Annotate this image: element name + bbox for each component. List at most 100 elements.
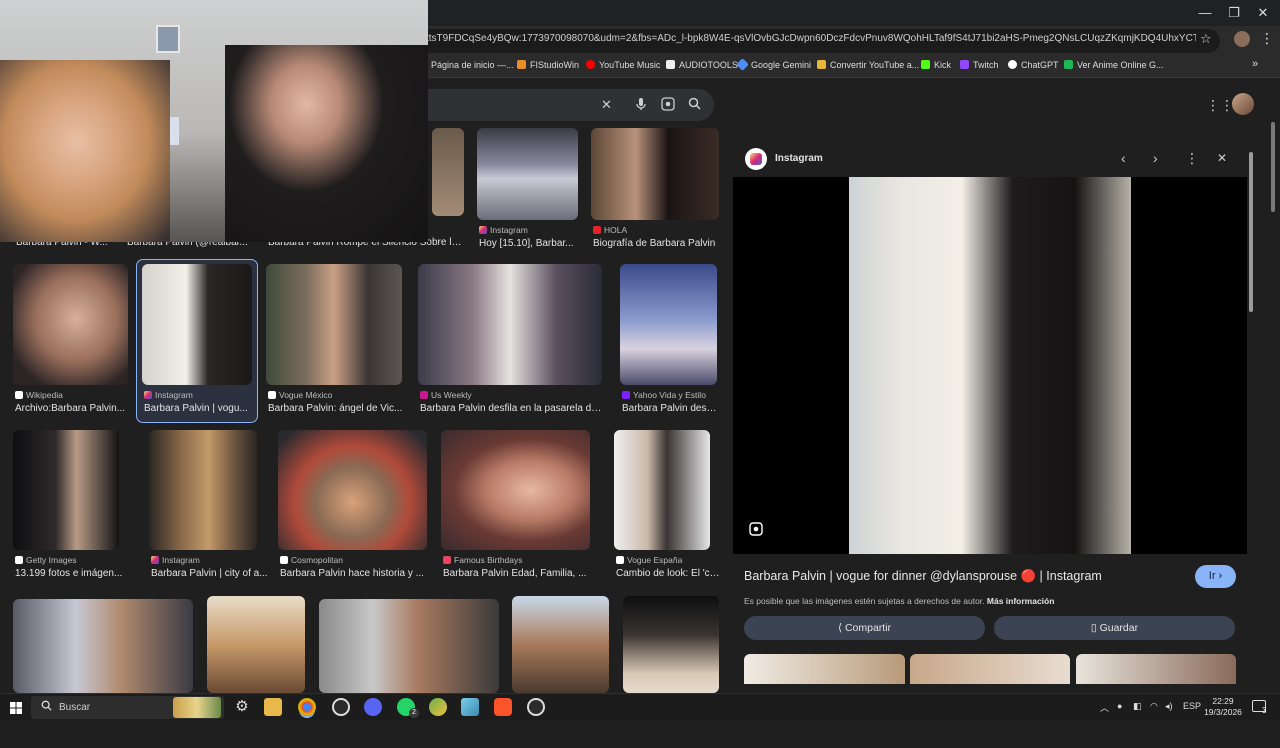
tray-expand-icon[interactable]: ︿ <box>1100 701 1109 714</box>
wifi-tray-icon[interactable]: ◠ <box>1150 701 1158 712</box>
vogue-icon <box>616 556 624 564</box>
more-bookmarks-icon[interactable]: » <box>1252 58 1258 70</box>
instagram-icon <box>144 391 152 399</box>
bookmark-item[interactable]: FIStudioWin <box>517 60 579 70</box>
bookmark-item[interactable]: Google Gemini <box>736 58 811 71</box>
favicon-icon <box>960 60 969 69</box>
brave-icon[interactable] <box>494 698 512 716</box>
previous-icon[interactable]: ‹ <box>1121 150 1126 166</box>
file-explorer-icon[interactable] <box>264 698 282 716</box>
mic-icon[interactable] <box>635 97 647 114</box>
visit-button[interactable]: Ir › <box>1195 565 1236 588</box>
result-image <box>591 128 719 220</box>
related-image[interactable] <box>744 654 905 684</box>
lens-search-icon[interactable] <box>749 522 763 539</box>
related-image[interactable] <box>910 654 1070 684</box>
yahoo-icon <box>622 391 630 399</box>
bookmark-item[interactable]: Twitch <box>960 60 999 70</box>
wikipedia-icon <box>15 391 23 399</box>
preview-image-frame[interactable] <box>733 177 1247 554</box>
favicon-icon <box>736 58 749 71</box>
result-image <box>278 430 427 550</box>
bookmark-item[interactable]: Convertir YouTube a... <box>817 60 919 70</box>
favicon-icon <box>1008 60 1017 69</box>
lens-icon[interactable] <box>661 97 675 114</box>
next-icon[interactable]: › <box>1153 150 1158 166</box>
app-icon[interactable] <box>461 698 479 716</box>
bookmark-icon: ▯ <box>1090 622 1100 634</box>
url-text[interactable]: ttsT9FDCqSe4yBQw:1773970098070&udm=2&fbs… <box>426 33 1196 44</box>
mic-tray-icon[interactable]: ● <box>1117 701 1122 711</box>
favicon-icon <box>1064 60 1073 69</box>
person-right <box>225 45 428 242</box>
result-image <box>441 430 590 550</box>
volume-tray-icon[interactable]: ◂) <box>1165 701 1173 712</box>
more-info-link[interactable]: Más información <box>987 596 1055 606</box>
search-box[interactable]: ✕ <box>400 89 714 121</box>
save-button[interactable]: ▯ Guardar <box>994 616 1235 640</box>
share-button[interactable]: ⟨ Compartir <box>744 616 985 640</box>
bookmark-star-icon[interactable]: ☆ <box>1200 31 1216 47</box>
profile-avatar[interactable] <box>1234 31 1250 47</box>
close-window-button[interactable]: ✕ <box>1246 3 1280 23</box>
obs-icon[interactable] <box>332 698 350 716</box>
settings-gear-icon[interactable]: ⚙ <box>233 698 251 716</box>
language-indicator[interactable]: ESP <box>1183 701 1201 711</box>
discord-icon[interactable] <box>364 698 382 716</box>
result-image <box>614 430 710 550</box>
image-result-selected[interactable]: Instagram Barbara Palvin | vogu... <box>136 259 258 423</box>
panel-source[interactable]: Instagram <box>775 153 823 164</box>
more-options-icon[interactable]: ⋮ <box>1185 150 1199 167</box>
bookmark-item[interactable]: AUDIOTOOLS <box>666 60 738 70</box>
result-image <box>266 264 402 385</box>
bookmark-item[interactable]: YouTube Music <box>586 60 660 70</box>
preview-image <box>849 177 1131 554</box>
browser-menu-icon[interactable]: ⋮ <box>1260 30 1274 47</box>
result-image <box>620 264 717 385</box>
copyright-notice: Es posible que las imágenes estén sujeta… <box>744 596 1055 606</box>
network-tray-icon[interactable]: ◧ <box>1133 701 1142 712</box>
result-image <box>13 264 128 385</box>
chrome-icon[interactable] <box>298 698 316 716</box>
vogue-icon <box>268 391 276 399</box>
media-player-icon[interactable] <box>527 698 545 716</box>
app-icon[interactable] <box>429 698 447 716</box>
bookmark-item[interactable]: ChatGPT <box>1008 60 1059 70</box>
image-preview-panel: Instagram ‹ › ⋮ ✕ Barbara Palvin | vogue… <box>733 148 1247 748</box>
bookmark-item[interactable]: Kick <box>921 60 951 70</box>
whatsapp-badge: 2 <box>409 708 419 718</box>
clear-search-icon[interactable]: ✕ <box>601 97 612 113</box>
page-scrollbar[interactable] <box>1270 112 1276 682</box>
favicon-icon <box>921 60 930 69</box>
close-panel-icon[interactable]: ✕ <box>1217 151 1227 165</box>
famous-birthdays-icon <box>443 556 451 564</box>
webcam-overlay <box>0 0 428 242</box>
favicon-icon <box>817 60 826 69</box>
notification-count: 3 <box>1262 706 1267 715</box>
result-image <box>623 596 719 693</box>
us-weekly-icon <box>420 391 428 399</box>
wall-picture <box>156 25 180 53</box>
result-image <box>149 430 257 550</box>
preview-caption[interactable]: Barbara Palvin | vogue for dinner @dylan… <box>744 569 1102 584</box>
result-image <box>418 264 602 385</box>
result-image <box>319 599 499 693</box>
result-image <box>13 599 193 693</box>
result-image <box>512 596 609 693</box>
taskbar-search[interactable]: Buscar <box>31 696 224 719</box>
result-image <box>432 128 464 216</box>
windows-start-icon[interactable] <box>10 701 22 719</box>
instagram-icon <box>745 148 767 170</box>
bookmark-item[interactable]: Página de inicio —... <box>418 60 514 70</box>
share-icon: ⟨ <box>837 622 845 634</box>
favicon-icon <box>666 60 675 69</box>
cosmopolitan-icon <box>280 556 288 564</box>
search-icon[interactable] <box>688 97 701 113</box>
favicon-icon <box>517 60 526 69</box>
panel-scrollbar[interactable] <box>1247 112 1255 682</box>
bookmark-item[interactable]: Ver Anime Online G... <box>1064 60 1164 70</box>
system-clock[interactable]: 22:29 19/3/2026 <box>1202 696 1244 718</box>
person-left <box>0 60 170 242</box>
related-image[interactable] <box>1076 654 1236 684</box>
hola-icon <box>593 226 601 234</box>
